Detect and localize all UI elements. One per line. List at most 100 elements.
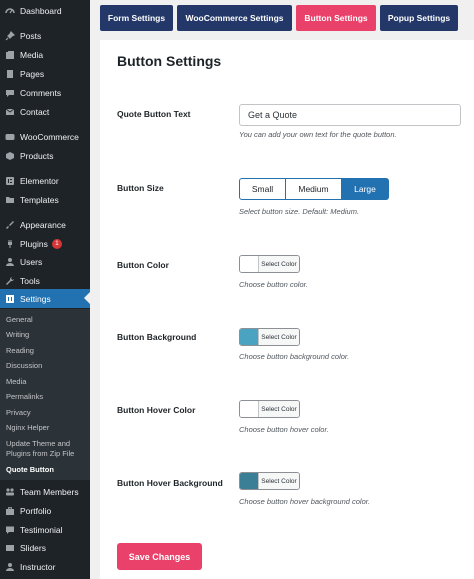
folder-icon (5, 195, 15, 205)
menu-label: Media (20, 49, 44, 60)
submenu-discussion[interactable]: Discussion (6, 361, 88, 371)
color-swatch (240, 329, 258, 345)
elementor-icon (5, 176, 15, 186)
menu-dashboard[interactable]: Dashboard (0, 1, 90, 20)
menu-label: Products (20, 150, 54, 161)
save-changes-button[interactable]: Save Changes (117, 543, 202, 570)
slides-icon (5, 543, 15, 553)
tab-popup-settings[interactable]: Popup Settings (380, 5, 458, 31)
portfolio-icon (5, 506, 15, 516)
menu-products[interactable]: Products (0, 146, 90, 165)
menu-label: Posts (20, 30, 42, 41)
menu-label: Plugins (20, 238, 48, 249)
menu-label: WooCommerce (20, 131, 79, 142)
user-icon (5, 257, 15, 267)
quote-text-input[interactable] (239, 104, 461, 126)
button-hover-background-picker[interactable]: Select Color (239, 472, 300, 490)
submenu-writing[interactable]: Writing (6, 330, 88, 340)
menu-label: Contact (20, 106, 50, 117)
group-icon (5, 487, 15, 497)
menu-label: Elementor (20, 175, 59, 186)
color-swatch (240, 473, 258, 489)
comment-icon (5, 88, 15, 98)
menu-label: Templates (20, 194, 59, 205)
woocommerce-icon (5, 132, 15, 142)
menu-label: Appearance (20, 219, 66, 230)
menu-label: Instructor (20, 561, 56, 572)
brush-icon (5, 220, 15, 230)
menu-elementor[interactable]: Elementor (0, 171, 90, 190)
menu-label: Testimonial (20, 524, 63, 535)
menu-label: Settings (20, 293, 51, 304)
submenu-nginx-helper[interactable]: Nginx Helper (6, 423, 88, 433)
submenu-permalinks[interactable]: Permalinks (6, 392, 88, 402)
menu-label: Dashboard (20, 5, 62, 16)
menu-plugins[interactable]: Plugins 1 (0, 234, 90, 253)
submenu-media[interactable]: Media (6, 377, 88, 387)
button-hover-color-description: Choose button hover color. (239, 425, 329, 434)
button-background-picker[interactable]: Select Color (239, 328, 300, 346)
button-size-group: Small Medium Large (239, 178, 389, 200)
button-hover-background-description: Choose button hover background color. (239, 497, 371, 506)
size-small-option[interactable]: Small (239, 178, 286, 200)
menu-comments[interactable]: Comments (0, 83, 90, 102)
menu-pages[interactable]: Pages (0, 64, 90, 83)
envelope-icon (5, 107, 15, 117)
button-background-label: Button Background (117, 332, 197, 342)
menu-portfolio[interactable]: Portfolio (0, 501, 90, 520)
menu-settings[interactable]: Settings (0, 289, 90, 308)
tab-form-settings[interactable]: Form Settings (100, 5, 173, 31)
menu-label: Users (20, 256, 43, 267)
menu-templates[interactable]: Templates (0, 190, 90, 209)
size-medium-option[interactable]: Medium (286, 178, 342, 200)
submenu-reading[interactable]: Reading (6, 346, 88, 356)
button-color-picker[interactable]: Select Color (239, 255, 300, 273)
menu-contact[interactable]: Contact (0, 102, 90, 121)
quote-text-description: You can add your own text for the quote … (239, 130, 397, 139)
menu-label: Tools (20, 275, 40, 286)
button-color-label: Button Color (117, 260, 169, 270)
dashboard-icon (5, 6, 15, 16)
menu-appearance[interactable]: Appearance (0, 215, 90, 234)
update-count-badge: 1 (51, 238, 62, 249)
size-large-option[interactable]: Large (342, 178, 389, 200)
button-color-description: Choose button color. (239, 280, 308, 289)
menu-label: Sliders (20, 542, 46, 553)
select-color-label: Select Color (258, 473, 299, 489)
menu-team-members[interactable]: Team Members (0, 482, 90, 501)
select-color-label: Select Color (258, 329, 299, 345)
menu-instructor[interactable]: Instructor (0, 557, 90, 576)
button-hover-background-label: Button Hover Background (117, 478, 223, 488)
color-swatch (240, 256, 258, 272)
button-hover-color-picker[interactable]: Select Color (239, 400, 300, 418)
submenu-update-theme[interactable]: Update Theme and Plugins from Zip File (6, 439, 88, 459)
submenu-quote-button[interactable]: Quote Button (6, 465, 88, 475)
menu-testimonial[interactable]: Testimonial (0, 520, 90, 539)
button-background-description: Choose button background color. (239, 352, 350, 361)
settings-submenu: General Writing Reading Discussion Media… (0, 309, 90, 480)
button-size-label: Button Size (117, 183, 164, 193)
tab-woocommerce-settings[interactable]: WooCommerce Settings (177, 5, 292, 31)
select-color-label: Select Color (258, 401, 299, 417)
testimonial-icon (5, 525, 15, 535)
submenu-privacy[interactable]: Privacy (6, 408, 88, 418)
menu-posts[interactable]: Posts (0, 26, 90, 45)
instructor-icon (5, 562, 15, 572)
color-swatch (240, 401, 258, 417)
pin-icon (5, 30, 15, 41)
menu-media[interactable]: Media (0, 45, 90, 64)
media-icon (5, 50, 15, 60)
box-icon (5, 151, 15, 161)
menu-tools[interactable]: Tools (0, 271, 90, 290)
tab-button-settings[interactable]: Button Settings (296, 5, 376, 31)
menu-users[interactable]: Users (0, 252, 90, 271)
menu-sliders[interactable]: Sliders (0, 538, 90, 557)
submenu-general[interactable]: General (6, 315, 88, 325)
menu-woocommerce[interactable]: WooCommerce (0, 127, 90, 146)
menu-label: Comments (20, 87, 62, 98)
button-size-description: Select button size. Default: Medium. (239, 207, 360, 216)
plug-icon (5, 239, 15, 249)
quote-text-label: Quote Button Text (117, 109, 191, 119)
admin-sidebar: Dashboard Posts Media Pages Comments Con… (0, 0, 90, 579)
pages-icon (5, 69, 15, 79)
